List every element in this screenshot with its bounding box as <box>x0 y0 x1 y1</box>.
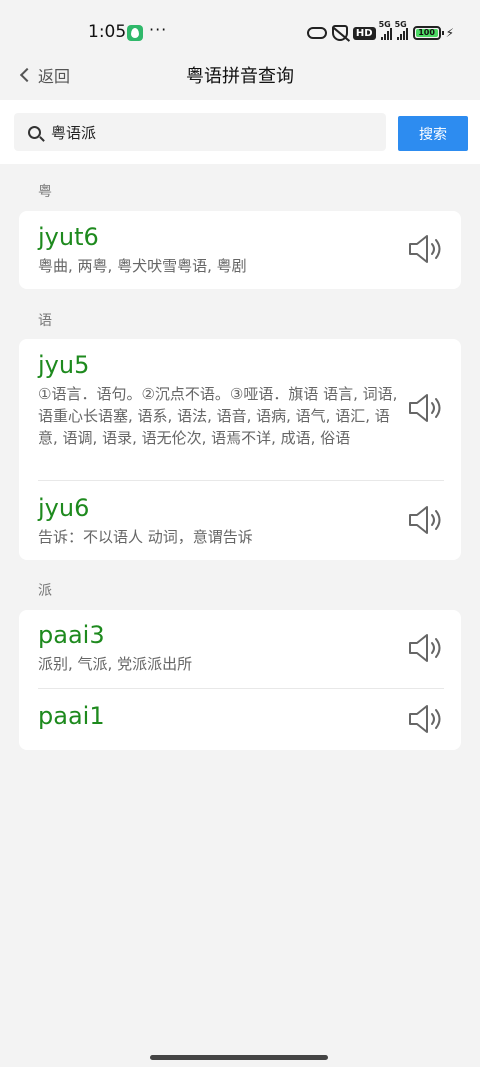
signal-icon: 5G <box>379 20 392 40</box>
result-card-yu: jyu5 ①语言．语句。②沉点不语。③哑语．旗语 语言, 词语, 语重心长语塞,… <box>19 339 461 560</box>
jyutping: paai3 <box>38 621 105 649</box>
battery-level: 100 <box>415 29 438 37</box>
result-card-yue: jyut6 粤曲, 两粤, 粤犬吠雪粤语, 粤剧 <box>19 211 461 289</box>
status-bar: 1:05 ··· HD 5G 5G 100 ⚡ <box>0 0 480 50</box>
status-time: 1:05 <box>88 22 127 42</box>
charging-icon: ⚡ <box>445 26 454 40</box>
more-notifications-icon: ··· <box>149 20 168 39</box>
signal-label: 5G <box>378 20 391 29</box>
search-input[interactable]: 粤语派 <box>14 113 386 151</box>
speaker-icon[interactable] <box>408 392 444 424</box>
group-label-yu: 语 <box>38 313 52 329</box>
search-input-value: 粤语派 <box>51 123 97 142</box>
hd-icon: HD <box>352 26 376 40</box>
signal-icon-2: 5G <box>395 20 408 40</box>
definition: 告诉：不以语人 动词，意谓告诉 <box>38 528 253 546</box>
jyutping: jyu5 <box>38 351 90 379</box>
mute-icon <box>331 25 348 41</box>
list-item: jyu6 告诉：不以语人 动词，意谓告诉 <box>19 480 461 560</box>
home-indicator[interactable] <box>150 1055 328 1060</box>
app-notification-icon <box>127 25 143 41</box>
speaker-icon[interactable] <box>408 233 444 265</box>
definition: ①语言．语句。②沉点不语。③哑语．旗语 语言, 词语, 语重心长语塞, 语系, … <box>38 385 398 447</box>
jyutping: jyut6 <box>38 223 99 251</box>
battery-icon: 100 <box>412 26 444 40</box>
speaker-icon[interactable] <box>408 632 444 664</box>
group-label-yue: 粤 <box>38 184 52 200</box>
link-icon <box>306 27 327 39</box>
jyutping: paai1 <box>38 702 105 730</box>
status-icons: HD 5G 5G 100 ⚡ <box>306 20 454 42</box>
search-icon <box>28 125 41 139</box>
list-item: paai3 派别, 气派, 党派派出所 <box>19 610 461 688</box>
definition: 粤曲, 两粤, 粤犬吠雪粤语, 粤剧 <box>38 257 247 275</box>
jyutping: jyu6 <box>38 494 90 522</box>
speaker-icon[interactable] <box>408 504 444 536</box>
signal-label-2: 5G <box>394 20 407 29</box>
speaker-icon[interactable] <box>408 703 444 735</box>
definition: 派别, 气派, 党派派出所 <box>38 655 193 673</box>
list-item: jyu5 ①语言．语句。②沉点不语。③哑语．旗语 语言, 词语, 语重心长语塞,… <box>19 339 461 480</box>
search-button[interactable]: 搜索 <box>398 116 468 151</box>
page-title: 粤语拼音查询 <box>186 66 294 87</box>
search-area: 粤语派 搜索 <box>0 100 480 164</box>
list-item: jyut6 粤曲, 两粤, 粤犬吠雪粤语, 粤剧 <box>19 211 461 289</box>
nav-bar: 返回 粤语拼音查询 <box>0 50 480 98</box>
group-label-pai: 派 <box>38 583 52 599</box>
list-item: paai1 <box>19 688 461 750</box>
result-card-pai: paai3 派别, 气派, 党派派出所 paai1 <box>19 610 461 750</box>
